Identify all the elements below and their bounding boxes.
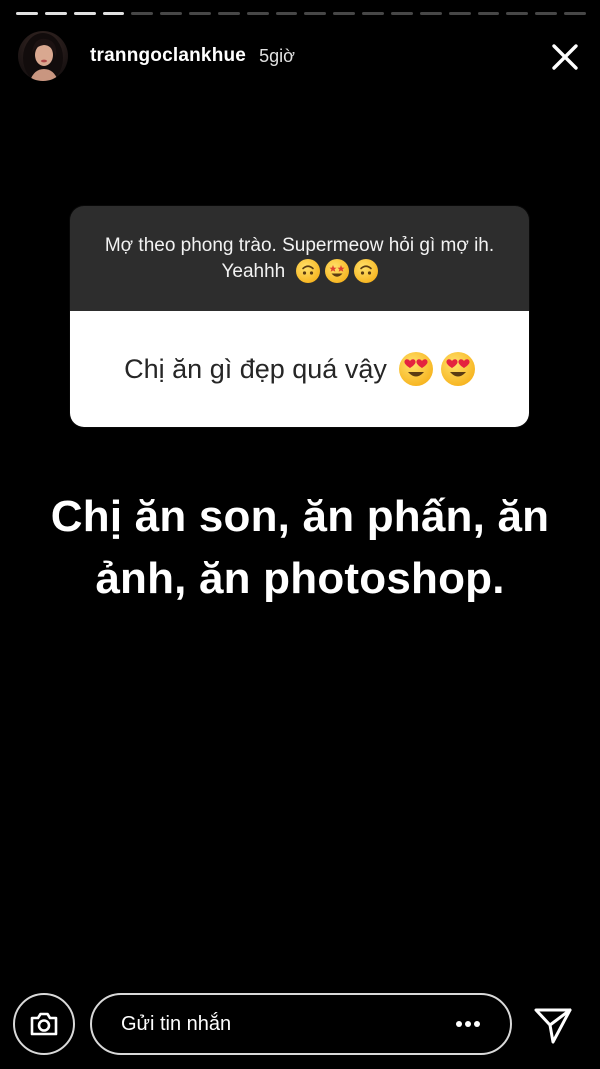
progress-segment: [189, 12, 211, 15]
story-progress-bar: [16, 12, 586, 15]
camera-button[interactable]: [13, 993, 75, 1055]
message-input-placeholder: Gửi tin nhắn: [121, 1012, 232, 1035]
progress-segment: [564, 12, 586, 15]
question-answer-text: Chị ăn gì đẹp quá vậy: [124, 353, 387, 384]
upside-down-face-icon: [353, 259, 378, 284]
question-sticker: Mợ theo phong trào. Supermeow hỏi gì mợ …: [70, 206, 529, 427]
send-button[interactable]: [532, 1004, 574, 1046]
reply-bar: Gửi tin nhắn: [0, 990, 600, 1060]
send-direct-icon: [534, 1008, 572, 1044]
username[interactable]: tranngoclankhue: [90, 45, 246, 67]
progress-segment: [362, 12, 384, 15]
star-struck-face-icon: [324, 259, 349, 284]
progress-segment: [217, 12, 240, 15]
close-button[interactable]: [548, 40, 582, 74]
question-answer: Chị ăn gì đẹp quá vậy: [70, 311, 529, 427]
progress-segment: [44, 12, 67, 15]
more-options-button[interactable]: [444, 1004, 492, 1044]
post-time: 5giờ: [259, 45, 295, 66]
progress-segment: [160, 12, 183, 15]
message-input[interactable]: Gửi tin nhắn: [90, 993, 512, 1055]
progress-segment: [390, 12, 413, 15]
progress-segment: [535, 12, 558, 15]
progress-segment: [333, 12, 356, 15]
progress-segment: [131, 12, 154, 15]
heart-eyes-icon: [398, 352, 433, 386]
progress-segment: [275, 12, 298, 15]
progress-segment: [246, 12, 269, 15]
story-caption: Chị ăn son, ăn phấn, ăn ảnh, ăn photosho…: [0, 486, 600, 610]
progress-segment: [506, 12, 529, 15]
progress-segment: [477, 12, 500, 15]
progress-segment: [102, 12, 125, 15]
story-header: tranngoclankhue 5giờ: [18, 30, 586, 82]
question-prompt: Mợ theo phong trào. Supermeow hỏi gì mợ …: [70, 206, 529, 311]
progress-segment: [419, 12, 442, 15]
close-icon: [552, 44, 578, 70]
heart-eyes-icon: [440, 352, 475, 386]
camera-icon: [30, 1012, 58, 1036]
caption-line: Chị ăn son, ăn phấn, ăn: [50, 492, 550, 541]
progress-segment: [73, 12, 96, 15]
progress-segment: [304, 12, 327, 15]
avatar[interactable]: [18, 31, 68, 81]
upside-down-face-icon: [295, 259, 320, 284]
caption-line: ảnh, ăn photoshop.: [95, 554, 505, 603]
more-dots-icon: [456, 1021, 480, 1027]
progress-segment: [448, 12, 471, 15]
progress-segment: [16, 12, 38, 15]
